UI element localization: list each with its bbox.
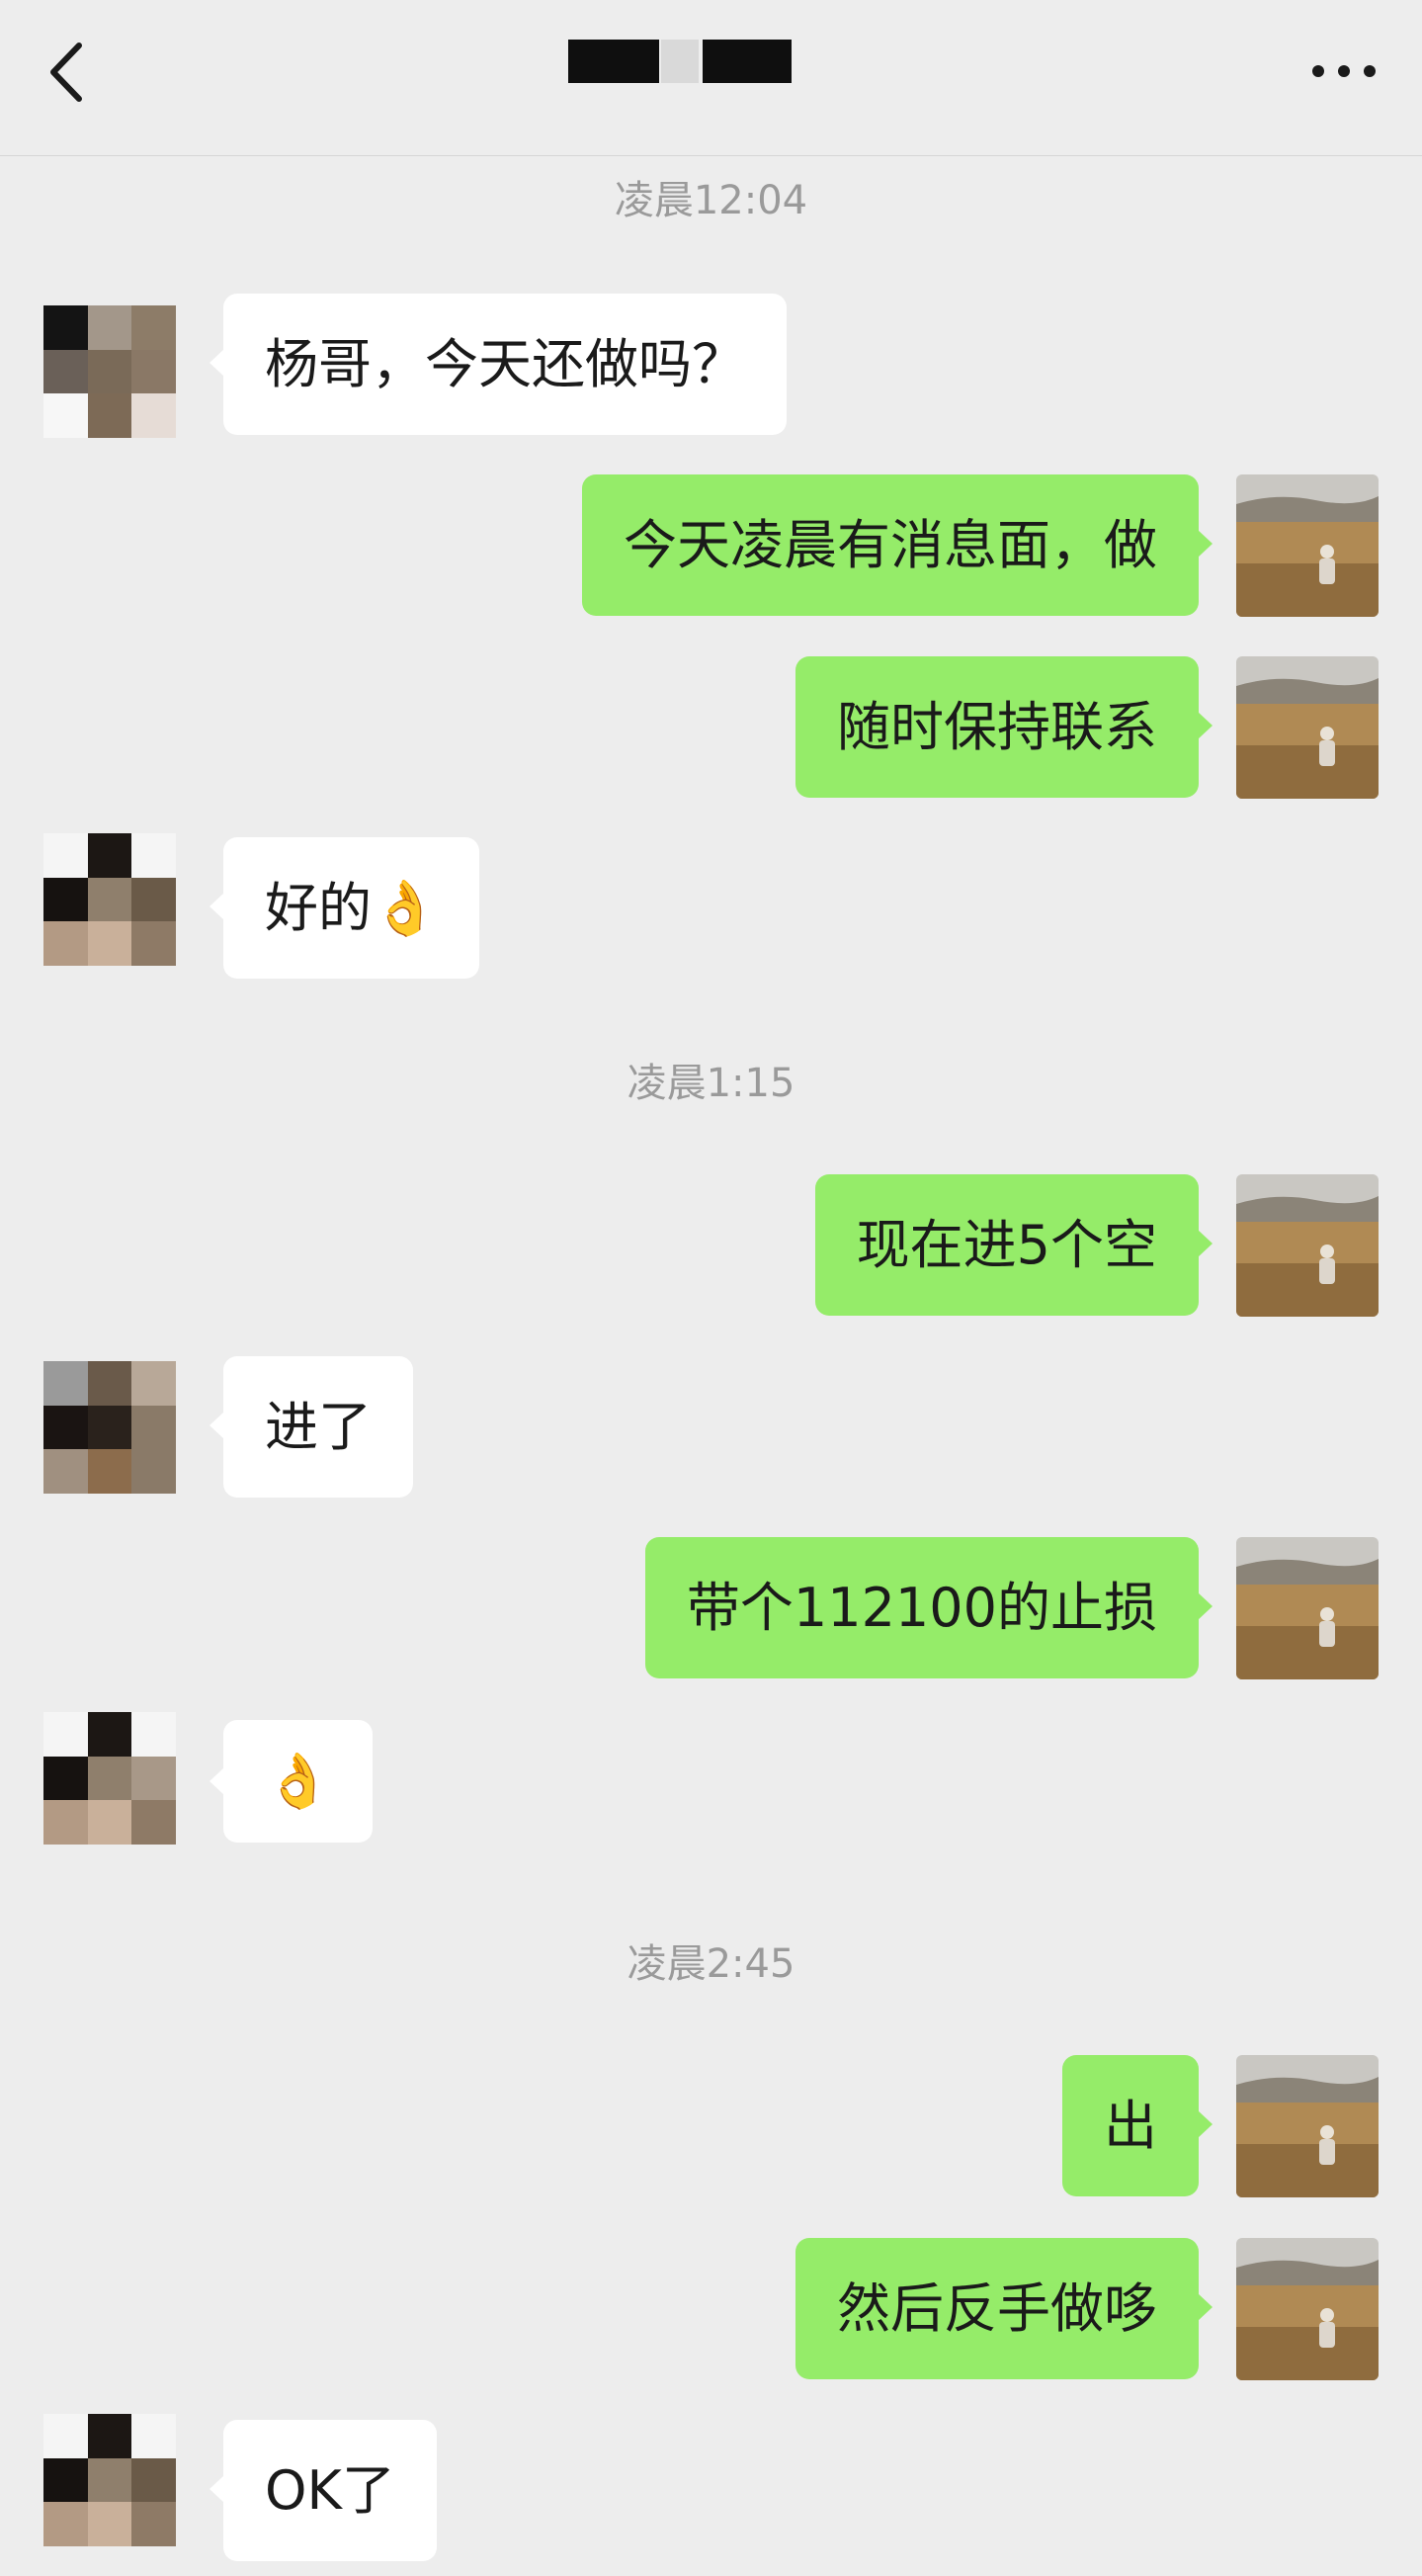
message-bubble-outgoing[interactable]: 然后反手做哆 bbox=[795, 2238, 1213, 2379]
message-bubble-outgoing[interactable]: 带个112100的止损 bbox=[644, 1537, 1213, 1678]
message-bubble-incoming[interactable]: OK了 bbox=[209, 2420, 437, 2561]
chat-title-redacted bbox=[568, 40, 794, 87]
my-avatar[interactable] bbox=[1236, 474, 1379, 617]
contact-avatar[interactable] bbox=[43, 2414, 176, 2546]
timestamp: 凌晨1:15 bbox=[627, 1061, 795, 1106]
message-bubble-incoming[interactable]: 👌 bbox=[209, 1720, 374, 1843]
timestamp: 凌晨12:04 bbox=[614, 178, 808, 223]
my-avatar[interactable] bbox=[1236, 2055, 1379, 2197]
my-avatar[interactable] bbox=[1236, 1537, 1379, 1679]
contact-avatar[interactable] bbox=[43, 305, 176, 438]
my-avatar[interactable] bbox=[1236, 1174, 1379, 1317]
message-bubble-incoming[interactable]: 杨哥，今天还做吗？ bbox=[209, 294, 787, 435]
chat-header bbox=[0, 0, 1422, 156]
message-bubble-outgoing[interactable]: 今天凌晨有消息面，做 bbox=[582, 474, 1213, 616]
timestamp: 凌晨2:45 bbox=[627, 1941, 795, 1987]
message-bubble-incoming[interactable]: 进了 bbox=[209, 1356, 413, 1498]
message-bubble-outgoing[interactable]: 现在进5个空 bbox=[814, 1174, 1213, 1316]
contact-avatar[interactable] bbox=[43, 833, 176, 966]
message-bubble-outgoing[interactable]: 出 bbox=[1062, 2055, 1213, 2196]
message-bubble-incoming[interactable]: 好的👌 bbox=[209, 837, 480, 979]
more-dots-icon[interactable] bbox=[1310, 61, 1380, 81]
my-avatar[interactable] bbox=[1236, 656, 1379, 799]
contact-avatar[interactable] bbox=[43, 1712, 176, 1845]
message-bubble-outgoing[interactable]: 随时保持联系 bbox=[795, 656, 1213, 798]
my-avatar[interactable] bbox=[1236, 2238, 1379, 2380]
contact-avatar[interactable] bbox=[43, 1361, 176, 1494]
chevron-left-icon[interactable] bbox=[43, 38, 93, 107]
